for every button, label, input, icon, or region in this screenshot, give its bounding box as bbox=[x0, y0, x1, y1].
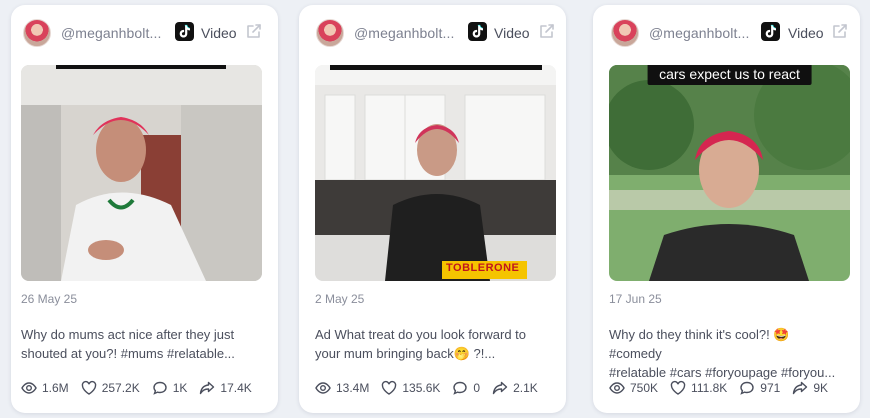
likes-stat: 135.6K bbox=[381, 380, 440, 396]
shares-count: 9K bbox=[813, 381, 829, 395]
shares-count: 2.1K bbox=[513, 381, 538, 395]
likes-stat: 257.2K bbox=[81, 380, 140, 396]
likes-count: 111.8K bbox=[691, 381, 728, 395]
post-date: 17 Jun 25 bbox=[609, 292, 662, 306]
comments-stat: 1K bbox=[152, 380, 188, 396]
description-line: Ad What treat do you look forward to bbox=[315, 327, 526, 342]
external-link-icon[interactable] bbox=[245, 22, 263, 40]
external-link-icon[interactable] bbox=[831, 22, 849, 40]
source-label: Video bbox=[201, 25, 237, 41]
comments-count: 1K bbox=[172, 381, 188, 395]
thumbnail-image bbox=[315, 65, 556, 281]
external-link-icon[interactable] bbox=[538, 22, 556, 40]
heart-icon bbox=[670, 380, 686, 395]
post-card[interactable]: @meganhbolt... Video 26 May 25 Why do mu… bbox=[11, 5, 278, 413]
likes-stat: 111.8K bbox=[670, 380, 727, 396]
views-stat: 750K bbox=[609, 380, 658, 396]
comments-count: 971 bbox=[760, 381, 781, 395]
card-header: @meganhbolt... Video bbox=[23, 19, 278, 51]
avatar[interactable] bbox=[611, 19, 639, 47]
views-stat: 1.6M bbox=[21, 380, 69, 396]
source-label: Video bbox=[788, 25, 824, 41]
views-count: 13.4M bbox=[336, 381, 370, 395]
comments-stat: 0 bbox=[452, 380, 480, 396]
description-line: Why do mums act nice after they just bbox=[21, 327, 235, 342]
avatar[interactable] bbox=[23, 19, 51, 47]
views-count: 750K bbox=[630, 381, 659, 395]
post-date: 2 May 25 bbox=[315, 292, 365, 306]
post-description: Why do mums act nice after they just sho… bbox=[21, 325, 256, 363]
source-label: Video bbox=[494, 25, 530, 41]
tiktok-icon bbox=[761, 22, 780, 41]
username[interactable]: @meganhbolt... bbox=[649, 25, 749, 41]
eye-icon bbox=[609, 382, 625, 394]
stats-row: 750K 111.8K 971 9K bbox=[609, 379, 840, 397]
comments-count: 0 bbox=[473, 381, 481, 395]
username[interactable]: @meganhbolt... bbox=[354, 25, 454, 41]
post-description: Ad What treat do you look forward to you… bbox=[315, 325, 550, 363]
avatar[interactable] bbox=[316, 19, 344, 47]
description-line: Why do they think it's cool?! 🤩 #comedy bbox=[609, 327, 790, 361]
likes-count: 135.6K bbox=[402, 381, 441, 395]
views-stat: 13.4M bbox=[315, 380, 369, 396]
post-description: Why do they think it's cool?! 🤩 #comedy … bbox=[609, 325, 844, 382]
eye-icon bbox=[315, 382, 331, 394]
heart-icon bbox=[382, 380, 397, 395]
comment-icon bbox=[740, 381, 754, 395]
shares-stat: 2.1K bbox=[492, 380, 538, 396]
comments-stat: 971 bbox=[739, 380, 780, 396]
post-card[interactable]: @meganhbolt... Video TOBLERONE 2 May 25 bbox=[299, 5, 566, 413]
stats-row: 1.6M 257.2K 1K 17.4K bbox=[21, 379, 264, 397]
views-count: 1.6M bbox=[42, 381, 69, 395]
shares-stat: 17.4K bbox=[199, 380, 252, 396]
video-thumbnail[interactable]: cars expect us to react bbox=[609, 65, 850, 281]
description-line: shouted at you?! #mums #relatable... bbox=[21, 346, 235, 361]
thumbnail-image bbox=[609, 65, 850, 281]
heart-icon bbox=[81, 380, 96, 395]
username[interactable]: @meganhbolt... bbox=[61, 25, 161, 41]
share-icon bbox=[200, 381, 215, 395]
description-line: your mum bringing back🤭 ?!... bbox=[315, 346, 496, 361]
card-header: @meganhbolt... Video bbox=[316, 19, 566, 51]
thumbnail-product-text: TOBLERONE bbox=[446, 262, 520, 274]
comment-icon bbox=[453, 381, 468, 395]
tiktok-icon bbox=[175, 22, 194, 41]
card-header: @meganhbolt... Video bbox=[611, 19, 860, 51]
video-thumbnail[interactable] bbox=[21, 65, 262, 281]
post-card[interactable]: @meganhbolt... Video cars expect us to r… bbox=[593, 5, 860, 413]
tiktok-icon bbox=[468, 22, 487, 41]
video-thumbnail[interactable]: TOBLERONE bbox=[315, 65, 556, 281]
stats-row: 13.4M 135.6K 0 2.1K bbox=[315, 379, 550, 397]
share-icon bbox=[492, 381, 508, 395]
thumbnail-image bbox=[21, 65, 262, 281]
share-icon bbox=[793, 381, 808, 395]
comment-icon bbox=[153, 381, 167, 395]
post-date: 26 May 25 bbox=[21, 292, 78, 306]
eye-icon bbox=[21, 382, 37, 394]
likes-count: 257.2K bbox=[101, 381, 140, 395]
shares-count: 17.4K bbox=[220, 381, 252, 395]
thumbnail-caption: cars expect us to react bbox=[647, 65, 812, 85]
shares-stat: 9K bbox=[792, 380, 828, 396]
